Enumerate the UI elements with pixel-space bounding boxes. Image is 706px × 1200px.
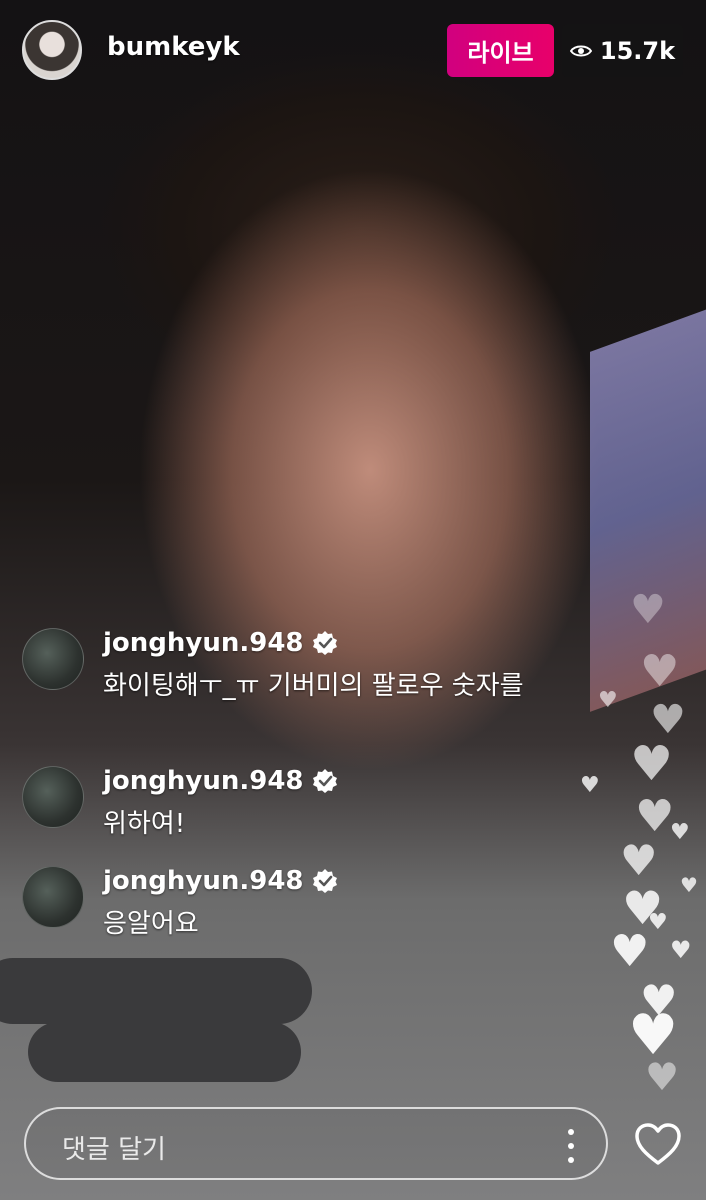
comment-text: 위하여! [103,809,186,839]
heart-icon: ♥ [620,836,658,885]
redacted-comment [0,958,312,1024]
heart-icon: ♥ [630,736,674,792]
redacted-comment [28,1022,301,1082]
verified-badge-icon [312,869,337,893]
more-vertical-icon[interactable] [566,1129,576,1163]
viewer-count: 15.7k [599,36,676,65]
heart-icon: ♥ [670,820,690,845]
heart-icon: ♥ [630,587,666,633]
floating-hearts: ♥ ♥ ♥ ♥ ♥ ♥ ♥ ♥ ♥ ♥ ♥ ♥ ♥ ♥ ♥ ♥ ♥ [560,590,706,1110]
comment-input-box[interactable]: 댓글 달기 [24,1107,608,1180]
commenter-avatar[interactable] [22,766,84,828]
heart-icon: ♥ [598,688,618,713]
comment-input[interactable]: 댓글 달기 [62,1129,166,1166]
host-avatar[interactable] [22,20,82,80]
commenter-username: jonghyun.948 [103,866,304,896]
comment-text: 화이팅해ㅜ_ㅠ 기버미의 팔로우 숫자를 [103,671,524,701]
heart-icon: ♥ [670,936,692,964]
comment-text: 응알어요 [103,909,199,939]
commenter-username-row[interactable]: jonghyun.948 [103,628,338,658]
commenter-username: jonghyun.948 [103,766,304,796]
viewer-count-badge[interactable]: 15.7k [562,24,683,77]
heart-icon: ♥ [680,873,698,897]
commenter-username: jonghyun.948 [103,628,304,658]
commenter-username-row[interactable]: jonghyun.948 [103,866,338,896]
live-header: bumkeyk 라이브 15.7k [0,0,706,100]
verified-badge-icon [312,769,337,793]
heart-outline-icon[interactable] [634,1122,682,1166]
heart-icon: ♥ [635,791,675,842]
heart-icon: ♥ [650,697,686,743]
heart-icon: ♥ [640,646,680,697]
host-username[interactable]: bumkeyk [107,32,240,62]
eye-icon [569,45,592,56]
heart-icon: ♥ [580,773,600,798]
verified-badge-icon [312,631,337,655]
live-badge: 라이브 [447,24,554,77]
commenter-username-row[interactable]: jonghyun.948 [103,766,338,796]
heart-icon: ♥ [610,926,650,977]
heart-icon: ♥ [648,910,668,935]
heart-icon: ♥ [645,1055,680,1099]
live-label: 라이브 [467,39,534,67]
commenter-avatar[interactable] [22,866,84,928]
commenter-avatar[interactable] [22,628,84,690]
